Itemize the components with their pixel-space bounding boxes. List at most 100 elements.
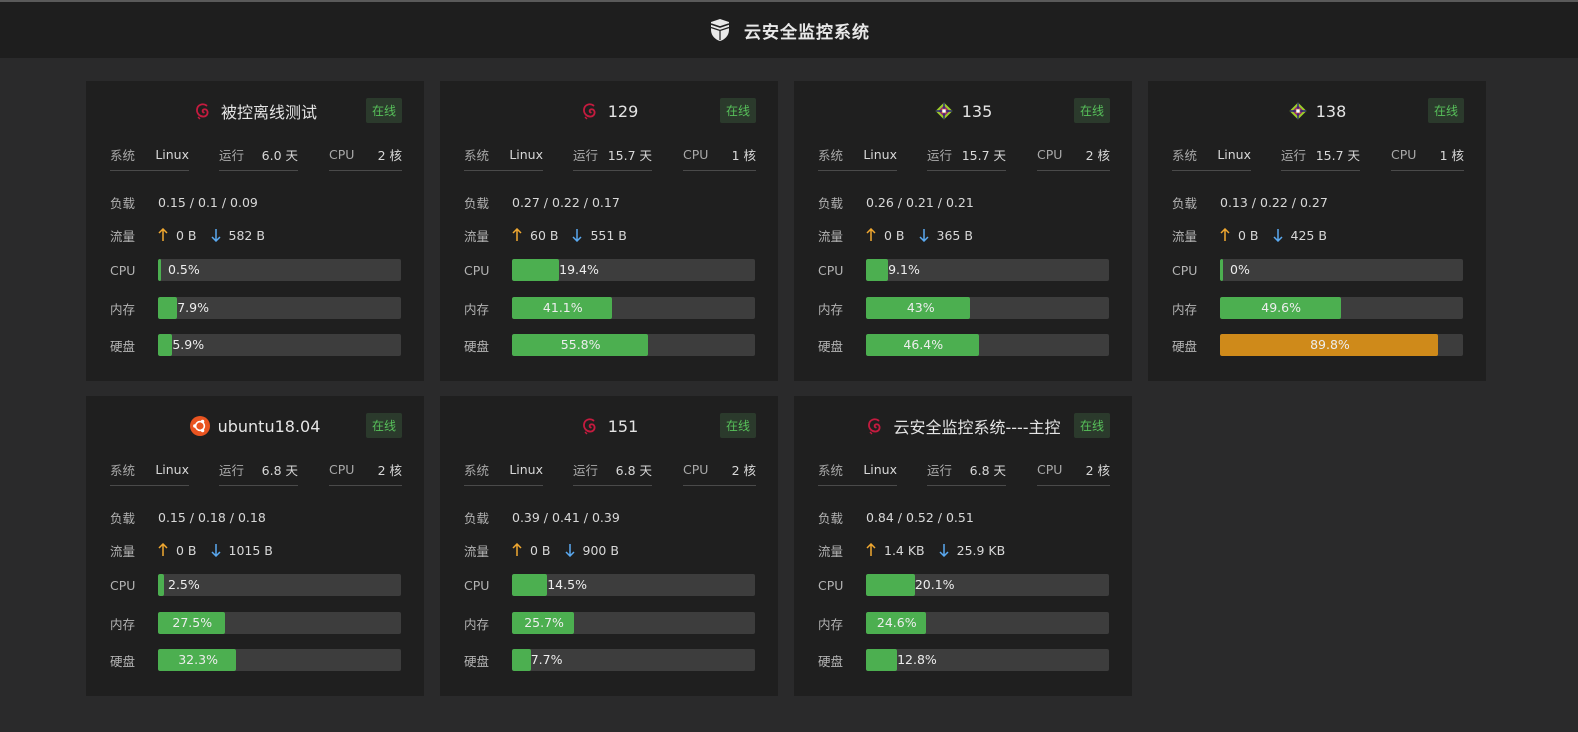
traffic-label: 流量 [464,543,490,559]
mem-percent: 49.6% [1261,300,1301,315]
mem-row: 内存 27.5% [110,612,402,634]
load-row: 负载 0.15 / 0.18 / 0.18 [110,506,402,528]
server-info-row: 系统 Linux 运行 6.8 天 CPU 2 核 [464,460,756,486]
system-cell: 系统 Linux [464,145,543,171]
mem-progress-bar: 49.6% [1220,297,1463,319]
server-card-7[interactable]: 云安全监控系统----主控 在线 系统 Linux 运行 6.8 天 CPU 2… [794,396,1132,696]
uptime-label: 运行 [927,463,953,478]
load-value: 0.26 / 0.21 / 0.21 [866,194,974,210]
net-up-value: 60 B [530,227,559,243]
cpu-row: CPU 20.1% [818,574,1110,596]
traffic-row: 流量 0 B 425 B [1172,224,1464,246]
server-name: 被控离线测试 [220,103,317,122]
mem-progress-bar: 41.1% [512,297,755,319]
system-value: Linux [509,147,543,162]
cpu-progress-bar: 19.4% [512,259,755,281]
load-label: 负载 [464,510,490,526]
system-cell: 系统 Linux [1172,145,1251,171]
arrow-down-icon [572,228,582,242]
system-label: 系统 [1172,148,1198,163]
disk-progress-bar: 46.4% [866,334,1109,356]
shield-logo-icon [708,18,732,42]
traffic-label: 流量 [110,228,136,244]
cores-value: 2 核 [1085,463,1110,478]
server-info-row: 系统 Linux 运行 6.8 天 CPU 2 核 [818,460,1110,486]
mem-percent: 7.9% [177,300,209,315]
mem-row: 内存 7.9% [110,297,402,319]
disk-label: 硬盘 [464,653,490,669]
mem-label: 内存 [1172,301,1198,317]
page-title: 云安全监控系统 [744,22,870,43]
system-label: 系统 [110,463,136,478]
system-label: 系统 [110,148,136,163]
uptime-value: 6.8 天 [261,463,298,478]
cpu-progress-fill [866,259,889,281]
mem-percent: 27.5% [172,615,213,630]
arrow-down-icon [210,543,221,557]
mem-label: 内存 [818,616,844,632]
uptime-cell: 运行 6.8 天 [219,460,298,486]
cpu-percent: 19.4% [559,262,599,277]
cpu-progress-bar: 2.5% [158,574,401,596]
net-down-value: 1015 B [228,542,273,558]
cpu-percent: 0% [1230,262,1250,277]
disk-label: 硬盘 [110,338,136,354]
arrow-down-icon [1272,228,1283,242]
net-up-value: 0 B [1238,227,1259,243]
debian-icon [193,101,213,121]
load-value: 0.39 / 0.41 / 0.39 [512,509,620,525]
load-label: 负载 [818,195,844,211]
mem-progress-fill [158,297,178,319]
disk-progress-bar: 12.8% [866,649,1109,671]
net-up-value: 0 B [176,542,197,558]
centos-icon [1288,101,1308,121]
debian-icon [580,416,600,436]
disk-percent: 55.8% [560,337,601,352]
mem-percent: 43% [906,300,935,315]
server-name: 129 [607,101,639,121]
disk-label: 硬盘 [818,653,844,669]
mem-row: 内存 25.7% [464,612,756,634]
cores-cell: CPU 2 核 [1037,145,1110,171]
server-info-row: 系统 Linux 运行 15.7 天 CPU 1 核 [464,145,756,171]
load-row: 负载 0.26 / 0.21 / 0.21 [818,191,1110,213]
cpu-progress-fill [512,259,560,281]
server-name: 138 [1315,101,1347,121]
mem-progress-bar: 7.9% [158,297,401,319]
server-card-2[interactable]: 129 在线 系统 Linux 运行 15.7 天 CPU 1 核 负载 0.2… [440,81,778,381]
cores-cell: CPU 1 核 [1391,145,1464,171]
cores-label: CPU [329,147,355,162]
system-value: Linux [863,462,897,477]
server-card-3[interactable]: 135 在线 系统 Linux 运行 15.7 天 CPU 2 核 负载 0.2… [794,81,1132,381]
disk-row: 硬盘 12.8% [818,649,1110,671]
arrow-down-icon [939,543,949,557]
mem-row: 内存 49.6% [1172,297,1464,319]
system-value: Linux [509,462,543,477]
debian-icon [580,101,600,121]
cpu-row: CPU 0.5% [110,259,402,281]
server-info-row: 系统 Linux 运行 6.0 天 CPU 2 核 [110,145,402,171]
server-card-1[interactable]: 被控离线测试 在线 系统 Linux 运行 6.0 天 CPU 2 核 负载 0… [86,81,424,381]
disk-progress-bar: 55.8% [512,334,755,356]
net-down-value: 425 B [1290,227,1327,243]
cpu-label: CPU [1172,262,1198,278]
server-info-row: 系统 Linux 运行 15.7 天 CPU 1 核 [1172,145,1464,171]
load-row: 负载 0.15 / 0.1 / 0.09 [110,191,402,213]
disk-percent: 7.7% [530,652,563,667]
cpu-progress-bar: 14.5% [512,574,755,596]
server-info-row: 系统 Linux 运行 6.8 天 CPU 2 核 [110,460,402,486]
status-badge: 在线 [719,413,756,438]
cpu-progress-fill [1220,259,1223,281]
cores-value: 2 核 [1085,148,1110,163]
status-badge: 在线 [1427,98,1464,123]
debian-icon [865,416,885,436]
server-card-6[interactable]: 151 在线 系统 Linux 运行 6.8 天 CPU 2 核 负载 0.39… [440,396,778,696]
server-card-5[interactable]: ubuntu18.04 在线 系统 Linux 运行 6.8 天 CPU 2 核… [86,396,424,696]
cpu-progress-fill [158,259,161,281]
cores-cell: CPU 2 核 [329,145,402,171]
status-badge: 在线 [1073,413,1110,438]
net-up-value: 0 B [530,542,551,558]
status-badge: 在线 [365,413,402,438]
cores-label: CPU [683,147,709,162]
server-card-4[interactable]: 138 在线 系统 Linux 运行 15.7 天 CPU 1 核 负载 0.1… [1148,81,1486,381]
